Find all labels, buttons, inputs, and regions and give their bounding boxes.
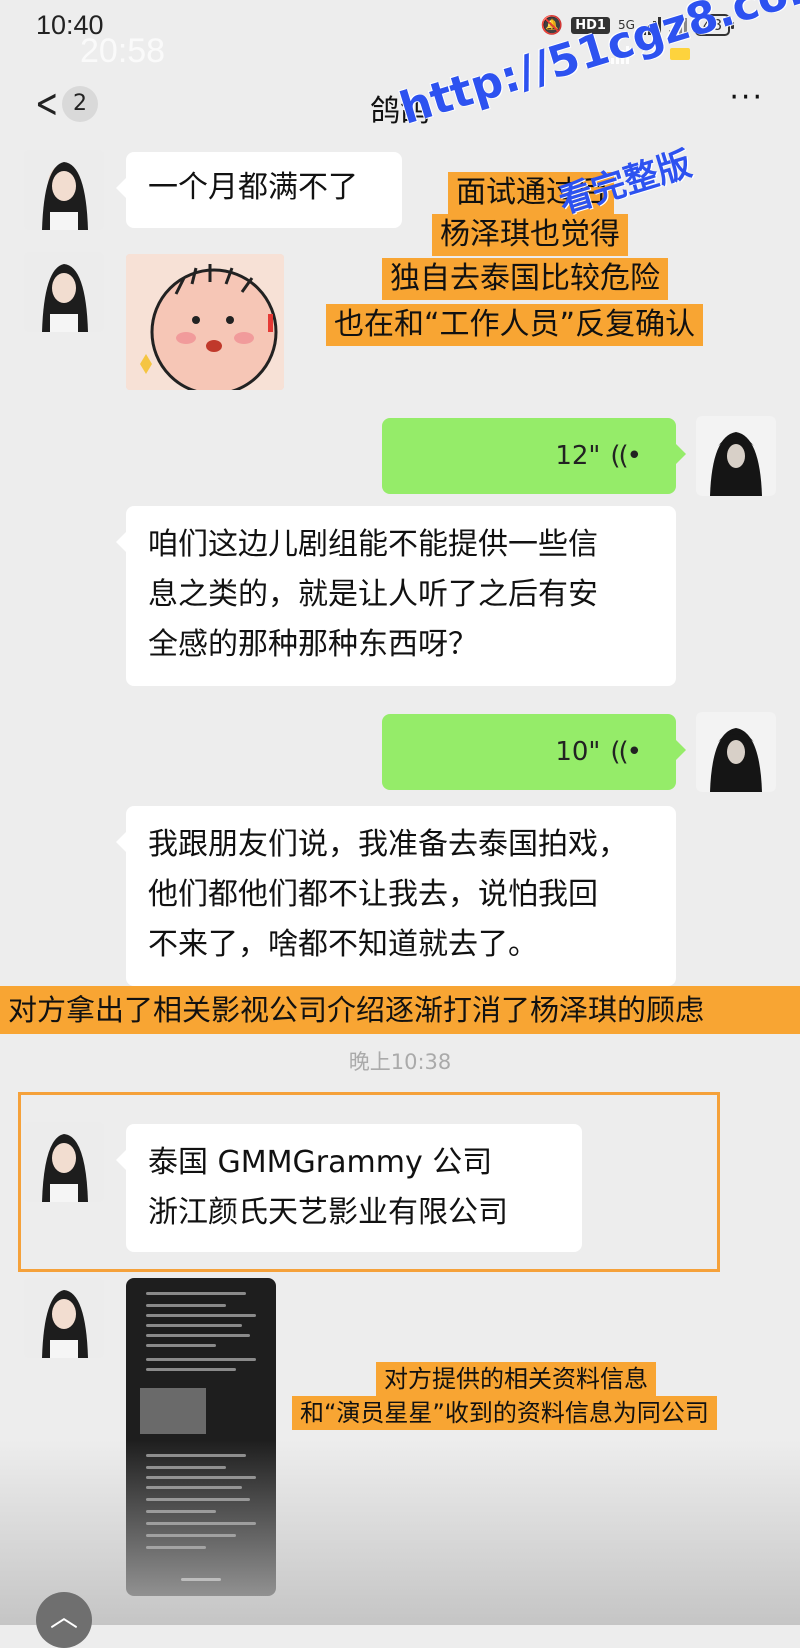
- message-text: 一个月都满不了: [148, 170, 358, 205]
- message-bubble[interactable]: 我跟朋友们说，我准备去泰国拍戏， 他们都他们都不让我去，说怕我回 不来了，啥都不…: [116, 806, 676, 986]
- message-bubble[interactable]: 一个月都满不了: [116, 152, 402, 228]
- watermark-label: 看完整版: [554, 143, 697, 222]
- message-text-line: 我跟朋友们说，我准备去泰国拍戏，: [148, 827, 628, 862]
- message-text-line: 浙江颜氏天艺影业有限公司: [148, 1195, 508, 1230]
- screenshot-thumbnail: [140, 1388, 206, 1434]
- message-text-line: 泰国 GMMGrammy 公司: [148, 1145, 493, 1180]
- contact-avatar[interactable]: [24, 150, 104, 230]
- message-bubble[interactable]: 咱们这边儿剧组能不能提供一些信 息之类的，就是让人听了之后有安 全感的那种那种东…: [116, 506, 676, 686]
- voice-wave-icon: ((•: [610, 441, 642, 471]
- voice-duration: 12": [555, 441, 601, 471]
- caption-top-line-2: 杨泽琪也觉得: [432, 214, 628, 256]
- caption-middle: 对方拿出了相关影视公司介绍逐渐打消了杨泽琪的顾虑: [0, 986, 800, 1034]
- caption-bottom-line-1: 对方提供的相关资料信息: [376, 1362, 656, 1396]
- mute-icon: 🔕: [540, 14, 564, 36]
- contact-avatar[interactable]: [24, 1122, 104, 1202]
- message-text-line: 全感的那种那种东西呀？: [148, 627, 478, 662]
- message-timestamp: 晚上10:38: [348, 1050, 452, 1074]
- message-text-line: 不来了，啥都不知道就去了。: [148, 927, 538, 962]
- more-dots-icon[interactable]: ···: [729, 80, 764, 115]
- voice-message-bubble[interactable]: 10" ((•: [382, 714, 686, 790]
- bottom-fade: [0, 1440, 800, 1625]
- sticker-image[interactable]: [126, 254, 284, 390]
- caption-top-line-4: 也在和“工作人员”反复确认: [326, 304, 704, 346]
- voice-duration: 10": [555, 737, 601, 767]
- message-text-line: 息之类的，就是让人听了之后有安: [148, 577, 598, 612]
- contact-avatar[interactable]: [24, 252, 104, 332]
- message-bubble[interactable]: 泰国 GMMGrammy 公司 浙江颜氏天艺影业有限公司: [116, 1124, 582, 1252]
- my-avatar[interactable]: [696, 712, 776, 792]
- contact-avatar[interactable]: [24, 1278, 104, 1358]
- caption-top-line-3: 独自去泰国比较危险: [382, 258, 668, 300]
- status-time: 10:40: [36, 10, 104, 40]
- message-text-line: 咱们这边儿剧组能不能提供一些信: [148, 527, 598, 562]
- message-text-line: 他们都他们都不让我去，说怕我回: [148, 877, 598, 912]
- caption-bottom-line-2: 和“演员星星”收到的资料信息为同公司: [292, 1396, 717, 1430]
- scroll-up-icon[interactable]: ︿: [36, 1592, 92, 1648]
- voice-wave-icon: ((•: [610, 737, 642, 767]
- my-avatar[interactable]: [696, 416, 776, 496]
- voice-message-bubble[interactable]: 12" ((•: [382, 418, 686, 494]
